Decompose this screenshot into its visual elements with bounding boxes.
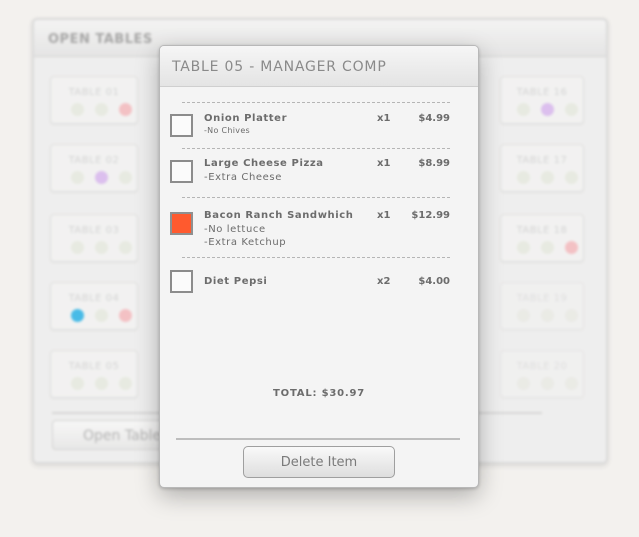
table-label: TABLE 16 xyxy=(516,87,568,98)
table-label: TABLE 01 xyxy=(68,87,120,98)
status-dot xyxy=(565,171,578,184)
status-dot xyxy=(119,241,132,254)
item-quantity: x2 xyxy=(377,276,391,287)
status-dot xyxy=(517,377,530,390)
order-total: TOTAL: $30.97 xyxy=(273,388,365,399)
item-separator xyxy=(182,102,450,103)
table-label: TABLE 20 xyxy=(516,361,568,372)
footer-divider xyxy=(176,438,460,440)
status-dot xyxy=(71,309,84,322)
table-label: TABLE 18 xyxy=(516,225,568,236)
status-dot xyxy=(95,309,108,322)
status-dot xyxy=(565,103,578,116)
table-label: TABLE 17 xyxy=(516,155,568,166)
table-card-16[interactable]: TABLE 16 xyxy=(500,76,584,124)
item-modifier: -Extra Ketchup xyxy=(204,237,287,248)
status-dot xyxy=(541,309,554,322)
item-name: Bacon Ranch Sandwhich xyxy=(204,210,354,221)
item-price: $4.99 xyxy=(418,113,450,124)
table-label: TABLE 03 xyxy=(68,225,120,236)
status-dot xyxy=(565,241,578,254)
table-card-17[interactable]: TABLE 17 xyxy=(500,144,584,192)
status-dot xyxy=(95,171,108,184)
open-table-button[interactable]: Open Table xyxy=(52,420,172,450)
status-dot xyxy=(95,241,108,254)
item-quantity: x1 xyxy=(377,210,391,221)
status-dot xyxy=(517,103,530,116)
status-dot xyxy=(565,377,578,390)
manager-comp-dialog: TABLE 05 - MANAGER COMP Onion Platter -N… xyxy=(159,45,479,488)
item-quantity: x1 xyxy=(377,158,391,169)
status-dot xyxy=(541,241,554,254)
status-dot xyxy=(119,377,132,390)
status-dot xyxy=(541,377,554,390)
table-card-04[interactable]: TABLE 04 xyxy=(50,282,138,330)
status-dot xyxy=(71,171,84,184)
item-checkbox[interactable] xyxy=(170,212,193,235)
table-label: TABLE 05 xyxy=(68,361,120,372)
item-separator xyxy=(182,148,450,149)
item-price: $12.99 xyxy=(411,210,450,221)
item-name: Diet Pepsi xyxy=(204,276,268,287)
status-dot xyxy=(71,241,84,254)
item-modifier: -No lettuce xyxy=(204,224,266,235)
table-card-05[interactable]: TABLE 05 xyxy=(50,350,138,398)
item-separator xyxy=(182,197,450,198)
table-card-01[interactable]: TABLE 01 xyxy=(50,76,138,124)
status-dot xyxy=(95,377,108,390)
dialog-title: TABLE 05 - MANAGER COMP xyxy=(160,46,478,87)
item-checkbox[interactable] xyxy=(170,160,193,183)
item-name: Onion Platter xyxy=(204,113,288,124)
status-dot xyxy=(119,171,132,184)
table-card-19[interactable]: TABLE 19 xyxy=(500,282,584,330)
status-dot xyxy=(119,309,132,322)
status-dot xyxy=(541,171,554,184)
item-checkbox[interactable] xyxy=(170,114,193,137)
status-dot xyxy=(517,241,530,254)
status-dot xyxy=(71,103,84,116)
item-price: $8.99 xyxy=(418,158,450,169)
item-modifier: -Extra Cheese xyxy=(204,172,282,183)
table-card-18[interactable]: TABLE 18 xyxy=(500,214,584,262)
status-dot xyxy=(71,377,84,390)
table-label: TABLE 19 xyxy=(516,293,568,304)
table-card-20[interactable]: TABLE 20 xyxy=(500,350,584,398)
table-label: TABLE 04 xyxy=(68,293,120,304)
item-checkbox[interactable] xyxy=(170,270,193,293)
item-separator xyxy=(182,257,450,258)
delete-item-button[interactable]: Delete Item xyxy=(243,446,395,478)
status-dot xyxy=(119,103,132,116)
item-modifier: -No Chives xyxy=(204,126,251,135)
table-label: TABLE 02 xyxy=(68,155,120,166)
table-card-03[interactable]: TABLE 03 xyxy=(50,214,138,262)
status-dot xyxy=(517,171,530,184)
table-card-02[interactable]: TABLE 02 xyxy=(50,144,138,192)
status-dot xyxy=(95,103,108,116)
status-dot xyxy=(565,309,578,322)
status-dot xyxy=(517,309,530,322)
item-name: Large Cheese Pizza xyxy=(204,158,324,169)
item-price: $4.00 xyxy=(418,276,450,287)
item-quantity: x1 xyxy=(377,113,391,124)
status-dot xyxy=(541,103,554,116)
